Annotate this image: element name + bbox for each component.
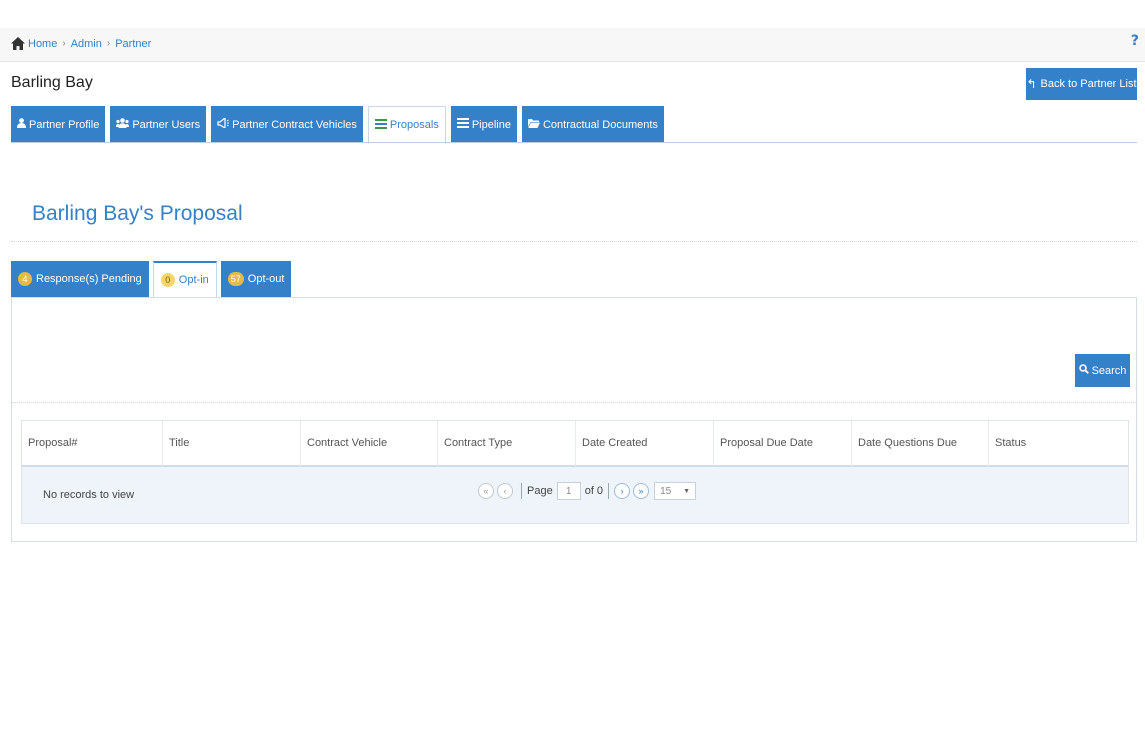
tab-label: Proposals <box>389 119 439 131</box>
home-icon[interactable] <box>11 37 25 50</box>
users-icon <box>116 118 130 131</box>
back-button-label: Back to Partner List <box>1040 78 1137 90</box>
breadcrumb: Home › Admin › Partner <box>11 37 151 50</box>
rows-per-page-select[interactable]: 15 ▼ <box>654 482 697 500</box>
tab-label: Response(s) Pending <box>36 273 142 285</box>
section-divider <box>11 241 1137 242</box>
proposals-panel: Search Proposal# Title Contract Vehicle … <box>11 297 1137 542</box>
tab-label: Pipeline <box>471 118 511 131</box>
user-icon <box>17 118 26 131</box>
pager-separator <box>521 483 522 499</box>
count-badge: 57 <box>227 272 244 286</box>
column-header-date-questions-due[interactable]: Date Questions Due <box>852 421 989 466</box>
count-badge: 0 <box>160 273 175 287</box>
breadcrumb-separator: › <box>62 38 66 49</box>
tab-partner-profile[interactable]: Partner Profile <box>11 106 106 143</box>
tab-label: Contractual Documents <box>542 118 658 131</box>
column-header-proposal-number[interactable]: Proposal# <box>22 421 163 466</box>
megaphone-icon <box>217 116 230 131</box>
grid-header: Proposal# Title Contract Vehicle Contrac… <box>21 420 1129 467</box>
search-label: Search <box>1091 364 1127 377</box>
tasks-icon <box>374 118 387 132</box>
page-count-label: of 0 <box>584 485 604 497</box>
page-number-input[interactable] <box>556 482 581 500</box>
search-icon <box>1078 364 1089 377</box>
column-header-contract-type[interactable]: Contract Type <box>438 421 576 466</box>
column-header-status[interactable]: Status <box>989 421 1128 466</box>
tab-label: Partner Profile <box>29 118 100 131</box>
last-page-icon[interactable]: » <box>633 483 650 499</box>
proposal-status-tabs: 4 Response(s) Pending 0 Opt-in 57 Opt-ou… <box>11 261 295 298</box>
breadcrumb-separator: › <box>106 38 111 49</box>
breadcrumb-partner[interactable]: Partner <box>115 38 151 50</box>
tab-label: Opt-in <box>178 274 209 286</box>
grid-footer: No records to view « ‹ Page of 0 › » 15 … <box>21 467 1129 524</box>
no-records-text: No records to view <box>43 489 135 501</box>
breadcrumb-bar: Home › Admin › Partner ? <box>0 28 1145 62</box>
folder-icon <box>527 118 540 131</box>
next-page-icon[interactable]: › <box>614 483 631 499</box>
tab-label: Partner Users <box>132 118 201 131</box>
breadcrumb-home[interactable]: Home <box>28 38 57 50</box>
tab-opt-in[interactable]: 0 Opt-in <box>152 261 217 298</box>
panel-divider <box>12 402 1136 403</box>
pager: « ‹ Page of 0 › » 15 ▼ <box>478 482 697 500</box>
pager-separator <box>608 483 610 499</box>
column-header-proposal-due-date[interactable]: Proposal Due Date <box>714 421 852 466</box>
tasks-icon <box>456 118 469 131</box>
tabs-divider <box>11 142 1137 143</box>
column-header-contract-vehicle[interactable]: Contract Vehicle <box>301 421 438 466</box>
search-button[interactable]: Search <box>1075 354 1130 387</box>
count-badge: 4 <box>18 272 32 286</box>
column-header-date-created[interactable]: Date Created <box>576 421 714 466</box>
tab-responses-pending[interactable]: 4 Response(s) Pending <box>11 261 149 297</box>
tab-label: Partner Contract Vehicles <box>232 118 357 131</box>
column-header-title[interactable]: Title <box>163 421 301 466</box>
partner-title: Barling Bay <box>11 74 93 91</box>
rows-per-page-value: 15 <box>660 485 672 497</box>
reply-arrow-icon: ↰ <box>1026 77 1037 91</box>
tab-label: Opt-out <box>247 273 285 285</box>
main-tabs: Partner Profile Partner Users Partner Co… <box>11 106 669 144</box>
breadcrumb-admin[interactable]: Admin <box>71 38 102 50</box>
tab-pipeline[interactable]: Pipeline <box>450 106 517 143</box>
section-title: Barling Bay's Proposal <box>32 202 243 225</box>
prev-page-icon[interactable]: ‹ <box>497 483 513 499</box>
help-icon[interactable]: ? <box>1131 33 1139 49</box>
first-page-icon[interactable]: « <box>478 483 494 499</box>
caret-down-icon: ▼ <box>683 487 691 495</box>
page-label: Page <box>527 485 553 497</box>
tab-partner-users[interactable]: Partner Users <box>110 106 207 143</box>
back-to-partner-list-button[interactable]: ↰ Back to Partner List <box>1026 68 1137 100</box>
tab-opt-out[interactable]: 57 Opt-out <box>220 261 292 297</box>
tab-partner-contract-vehicles[interactable]: Partner Contract Vehicles <box>211 106 363 143</box>
tab-proposals[interactable]: Proposals <box>367 106 446 144</box>
tab-contractual-documents[interactable]: Contractual Documents <box>521 106 664 143</box>
